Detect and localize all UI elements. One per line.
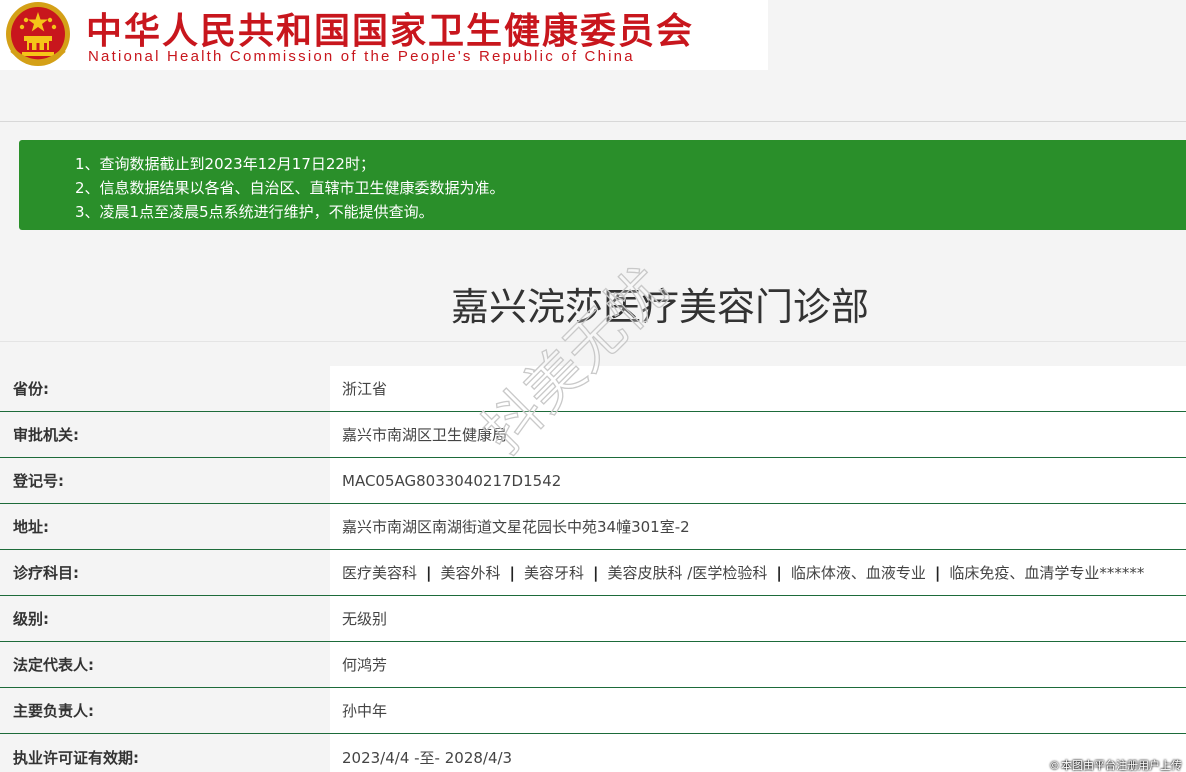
copyright-icon: © (1049, 759, 1060, 772)
row-value: 嘉兴市南湖区南湖街道文星花园长中苑34幢301室-2 (330, 504, 1186, 549)
row-label: 审批机关: (0, 412, 330, 457)
department-item: 临床体液、血液专业 (790, 564, 926, 582)
title-divider (0, 341, 1186, 342)
table-row-principal: 主要负责人: 孙中年 (0, 688, 1186, 734)
row-label: 诊疗科目: (0, 550, 330, 595)
banner-title-en: National Health Commission of the People… (88, 48, 635, 65)
upload-footnote: ©本图由平台注册用户上传 (1049, 757, 1182, 772)
table-row-departments: 诊疗科目: 医疗美容科 | 美容外科 | 美容牙科 | 美容皮肤科 /医学检验科… (0, 550, 1186, 596)
footnote-text: 本图由平台注册用户上传 (1061, 759, 1182, 772)
department-item: 美容皮肤科 /医学检验科 (607, 564, 768, 582)
row-value: 浙江省 (330, 366, 1186, 411)
notice-box: 1、查询数据截止到2023年12月17日22时； 2、信息数据结果以各省、自治区… (19, 140, 1186, 230)
table-row-registration: 登记号: MAC05AG8033040217D1542 (0, 458, 1186, 504)
table-row-level: 级别: 无级别 (0, 596, 1186, 642)
row-label: 地址: (0, 504, 330, 549)
table-row-province: 省份: 浙江省 (0, 366, 1186, 412)
table-row-legal-rep: 法定代表人: 何鸿芳 (0, 642, 1186, 688)
department-item: 临床免疫、血清学专业****** (949, 564, 1145, 582)
row-label: 法定代表人: (0, 642, 330, 687)
notice-line: 1、查询数据截止到2023年12月17日22时； (75, 155, 375, 173)
banner-title-cn: 中华人民共和国国家卫生健康委员会 (86, 11, 695, 52)
department-item: 美容外科 (440, 564, 501, 582)
row-value: 无级别 (330, 596, 1186, 641)
national-emblem-icon (6, 2, 70, 66)
page: 中华人民共和国国家卫生健康委员会 National Health Commiss… (0, 0, 1186, 772)
row-value: 嘉兴市南湖区卫生健康局 (330, 412, 1186, 457)
row-label: 级别: (0, 596, 330, 641)
row-value: 孙中年 (330, 688, 1186, 733)
row-label: 执业许可证有效期: (0, 734, 330, 772)
notice-line: 2、信息数据结果以各省、自治区、直辖市卫生健康委数据为准。 (75, 179, 505, 197)
row-value: 医疗美容科 | 美容外科 | 美容牙科 | 美容皮肤科 /医学检验科 | 临床体… (330, 550, 1186, 595)
department-separator: | (934, 563, 941, 582)
row-value: 何鸿芳 (330, 642, 1186, 687)
department-separator: | (593, 563, 599, 582)
header-banner: 中华人民共和国国家卫生健康委员会 National Health Commiss… (0, 0, 768, 70)
department-separator: | (426, 563, 432, 582)
info-table: 省份: 浙江省 审批机关: 嘉兴市南湖区卫生健康局 登记号: MAC05AG80… (0, 366, 1186, 772)
table-row-authority: 审批机关: 嘉兴市南湖区卫生健康局 (0, 412, 1186, 458)
row-label: 主要负责人: (0, 688, 330, 733)
notice-line: 3、凌晨1点至凌晨5点系统进行维护，不能提供查询。 (75, 203, 434, 221)
header-divider (0, 121, 1186, 122)
row-label: 省份: (0, 366, 330, 411)
page-title: 嘉兴浣莎医疗美容门诊部 (450, 285, 869, 329)
row-value: MAC05AG8033040217D1542 (330, 458, 1186, 503)
table-row-license: 执业许可证有效期: 2023/4/4 -至- 2028/4/3 (0, 734, 1186, 772)
department-separator: | (776, 563, 782, 582)
row-label: 登记号: (0, 458, 330, 503)
department-item: 医疗美容科 (342, 564, 418, 582)
department-separator: | (509, 563, 515, 582)
department-item: 美容牙科 (524, 564, 585, 582)
table-row-address: 地址: 嘉兴市南湖区南湖街道文星花园长中苑34幢301室-2 (0, 504, 1186, 550)
